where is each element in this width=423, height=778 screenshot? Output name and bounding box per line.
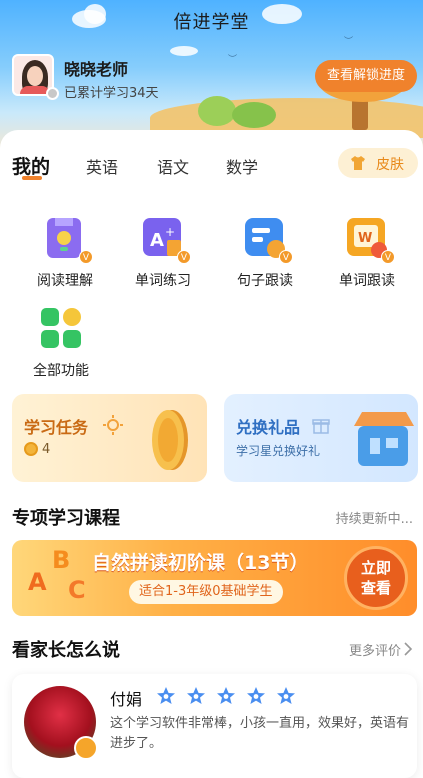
- course-section-title: 专项学习课程: [12, 508, 120, 529]
- task-card-title: 学习任务: [24, 418, 89, 437]
- button-line: 立即: [360, 559, 391, 577]
- review-text: 这个学习软件非常棒，小孩一直用，效果好，英语有进步了。: [110, 716, 410, 751]
- feature-label: 单词练习: [135, 273, 191, 289]
- view-now-button[interactable]: 立即 查看: [344, 546, 408, 610]
- word-practice-icon: A + V: [141, 216, 191, 264]
- star-icon: [187, 687, 206, 704]
- sentence-icon: V: [243, 216, 293, 264]
- star-icon: [217, 687, 236, 704]
- book-icon: V: [43, 216, 93, 264]
- skin-label: 皮肤: [376, 157, 404, 173]
- course-section-more[interactable]: 持续更新中...: [336, 508, 413, 527]
- tab-math[interactable]: 数学: [226, 154, 258, 178]
- gift-card-title: 兑换礼品: [236, 418, 301, 437]
- bush: [232, 102, 276, 128]
- shirt-icon: [351, 156, 365, 170]
- letter-b-decoration: B: [52, 546, 71, 574]
- avatar-badge-icon: [46, 87, 59, 100]
- word-read-icon: W V: [345, 216, 395, 264]
- feature-word-practice[interactable]: A + V 单词练习: [118, 216, 208, 290]
- review-card[interactable]: 付娟 这个学习软件非常棒，小孩一直用，效果好，英语有进步了。: [12, 674, 417, 778]
- star-icon: [247, 687, 266, 704]
- feature-label: 句子跟读: [237, 273, 293, 289]
- gift-card[interactable]: 兑换礼品 学习星兑换好礼: [224, 394, 418, 482]
- feature-label: 全部功能: [33, 363, 89, 379]
- bush: [198, 96, 236, 126]
- reviewer-name: 付娟: [110, 690, 143, 709]
- feature-label: 阅读理解: [37, 273, 93, 289]
- chevron-right-icon[interactable]: [403, 642, 413, 656]
- letter-c-decoration: C: [68, 576, 86, 604]
- gift-icon: [312, 419, 330, 434]
- crown-badge-icon: [74, 736, 98, 760]
- tab-active-indicator: [22, 176, 42, 180]
- bird-icon: ︶: [344, 37, 354, 47]
- svg-text:+: +: [165, 225, 175, 239]
- star-icon: [157, 687, 175, 704]
- button-line: 查看: [360, 579, 391, 597]
- rating-stars: [156, 686, 301, 706]
- gift-card-subtitle: 学习星兑换好礼: [236, 444, 321, 458]
- bird-icon: ︶: [228, 55, 238, 65]
- course-banner[interactable]: A B C 自然拼读初阶课（13节） 适合1-3年级0基础学生 立即 查看: [12, 540, 417, 616]
- feature-reading[interactable]: V 阅读理解: [20, 216, 110, 290]
- app-title: 倍进学堂: [173, 12, 250, 33]
- grid-icon: [39, 306, 83, 350]
- banner-subtitle: 适合1-3年级0基础学生: [129, 580, 283, 604]
- feature-all[interactable]: 全部功能: [16, 306, 106, 380]
- svg-text:W: W: [358, 231, 372, 246]
- teacher-name: 晓晓老师: [64, 60, 129, 79]
- coin-large-icon: [152, 410, 188, 470]
- feature-label: 单词跟读: [339, 273, 395, 289]
- carousel-dots: [194, 770, 237, 778]
- task-count: 4: [42, 442, 51, 457]
- feature-word-read[interactable]: W V 单词跟读: [322, 216, 412, 290]
- study-days: 已累计学习34天: [64, 86, 159, 101]
- tab-chinese[interactable]: 语文: [157, 154, 189, 178]
- banner-title: 自然拼读初阶课（13节）: [92, 552, 309, 574]
- tab-mine[interactable]: 我的: [12, 152, 50, 179]
- coin-icon: [24, 442, 38, 456]
- task-card[interactable]: 学习任务 4: [12, 394, 207, 482]
- review-section-title: 看家长怎么说: [12, 640, 120, 661]
- svg-text:A: A: [150, 230, 164, 251]
- review-section-more[interactable]: 更多评价: [349, 640, 401, 659]
- skin-button[interactable]: 皮肤: [338, 148, 418, 178]
- shop-icon: [354, 412, 414, 466]
- letter-a-decoration: A: [28, 568, 47, 596]
- star-icon: [277, 687, 296, 704]
- sun-icon: [103, 415, 123, 435]
- cloud: [170, 46, 198, 56]
- tab-english[interactable]: 英语: [86, 154, 118, 178]
- unlock-progress-button[interactable]: 查看解锁进度: [315, 60, 417, 92]
- feature-sentence-read[interactable]: V 句子跟读: [220, 216, 310, 290]
